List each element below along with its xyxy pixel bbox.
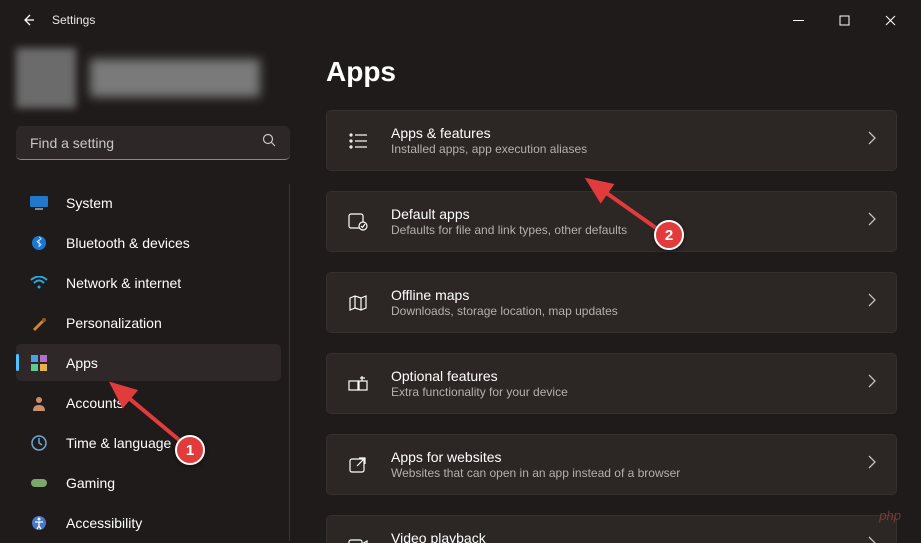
apps-icon — [30, 354, 48, 372]
sidebar-item-time-language[interactable]: Time & language — [16, 424, 281, 461]
card-title: Apps for websites — [391, 449, 846, 465]
list-icon — [347, 130, 369, 152]
sidebar-item-bluetooth[interactable]: Bluetooth & devices — [16, 224, 281, 261]
person-icon — [30, 394, 48, 412]
clock-globe-icon — [30, 434, 48, 452]
sidebar-item-gaming[interactable]: Gaming — [16, 464, 281, 501]
card-title: Default apps — [391, 206, 846, 222]
sidebar-item-accounts[interactable]: Accounts — [16, 384, 281, 421]
avatar — [16, 48, 76, 108]
card-body: Default apps Defaults for file and link … — [391, 206, 846, 237]
card-offline-maps[interactable]: Offline maps Downloads, storage location… — [326, 272, 897, 333]
sidebar-item-apps[interactable]: Apps — [16, 344, 281, 381]
default-apps-icon — [347, 211, 369, 233]
card-optional-features[interactable]: Optional features Extra functionality fo… — [326, 353, 897, 414]
search-box[interactable] — [16, 126, 290, 160]
sidebar-item-system[interactable]: System — [16, 184, 281, 221]
chevron-right-icon — [868, 536, 876, 543]
card-subtitle: Websites that can open in an app instead… — [391, 466, 846, 480]
profile-info-redacted — [90, 59, 260, 97]
nav-list: System Bluetooth & devices Network & int… — [16, 184, 290, 541]
card-body: Apps for websites Websites that can open… — [391, 449, 846, 480]
card-title: Optional features — [391, 368, 846, 384]
gamepad-icon — [30, 474, 48, 492]
titlebar: Settings — [0, 0, 921, 40]
page-title: Apps — [326, 56, 897, 88]
back-icon[interactable] — [18, 10, 38, 30]
card-apps-for-websites[interactable]: Apps for websites Websites that can open… — [326, 434, 897, 495]
map-icon — [347, 292, 369, 314]
titlebar-left: Settings — [8, 10, 95, 30]
card-apps-features[interactable]: Apps & features Installed apps, app exec… — [326, 110, 897, 171]
main-layout: System Bluetooth & devices Network & int… — [0, 40, 921, 543]
chevron-right-icon — [868, 455, 876, 474]
sidebar-item-label: Accessibility — [66, 515, 142, 531]
sidebar-item-label: System — [66, 195, 113, 211]
chevron-right-icon — [868, 131, 876, 150]
paintbrush-icon — [30, 314, 48, 332]
window-title: Settings — [52, 13, 95, 27]
profile-block[interactable] — [16, 40, 290, 126]
sidebar: System Bluetooth & devices Network & int… — [0, 40, 300, 543]
sidebar-item-label: Bluetooth & devices — [66, 235, 190, 251]
sidebar-item-network[interactable]: Network & internet — [16, 264, 281, 301]
search-input[interactable] — [30, 135, 262, 151]
card-subtitle: Downloads, storage location, map updates — [391, 304, 846, 318]
wifi-icon — [30, 274, 48, 292]
chevron-right-icon — [868, 293, 876, 312]
card-title: Video playback — [391, 530, 846, 543]
sidebar-item-personalization[interactable]: Personalization — [16, 304, 281, 341]
card-subtitle: Defaults for file and link types, other … — [391, 223, 846, 237]
sidebar-item-label: Time & language — [66, 435, 171, 451]
card-body: Apps & features Installed apps, app exec… — [391, 125, 846, 156]
sidebar-item-accessibility[interactable]: Accessibility — [16, 504, 281, 541]
card-subtitle: Extra functionality for your device — [391, 385, 846, 399]
window-controls — [775, 4, 913, 36]
maximize-button[interactable] — [821, 4, 867, 36]
display-icon — [30, 194, 48, 212]
chevron-right-icon — [868, 374, 876, 393]
card-title: Apps & features — [391, 125, 846, 141]
card-body: Optional features Extra functionality fo… — [391, 368, 846, 399]
card-body: Video playback Video adjustments, HDR st… — [391, 530, 846, 543]
video-icon — [347, 535, 369, 543]
content-area: Apps Apps & features Installed apps, app… — [300, 40, 921, 543]
sidebar-item-label: Accounts — [66, 395, 124, 411]
minimize-button[interactable] — [775, 4, 821, 36]
sidebar-item-label: Personalization — [66, 315, 162, 331]
search-icon[interactable] — [262, 133, 276, 152]
open-external-icon — [347, 454, 369, 476]
sidebar-item-label: Gaming — [66, 475, 115, 491]
sidebar-item-label: Apps — [66, 355, 98, 371]
bluetooth-icon — [30, 234, 48, 252]
card-subtitle: Installed apps, app execution aliases — [391, 142, 846, 156]
card-body: Offline maps Downloads, storage location… — [391, 287, 846, 318]
chevron-right-icon — [868, 212, 876, 231]
sidebar-item-label: Network & internet — [66, 275, 181, 291]
close-button[interactable] — [867, 4, 913, 36]
card-video-playback[interactable]: Video playback Video adjustments, HDR st… — [326, 515, 897, 543]
card-default-apps[interactable]: Default apps Defaults for file and link … — [326, 191, 897, 252]
accessibility-icon — [30, 514, 48, 532]
card-title: Offline maps — [391, 287, 846, 303]
optional-features-icon — [347, 373, 369, 395]
card-list: Apps & features Installed apps, app exec… — [326, 110, 897, 543]
